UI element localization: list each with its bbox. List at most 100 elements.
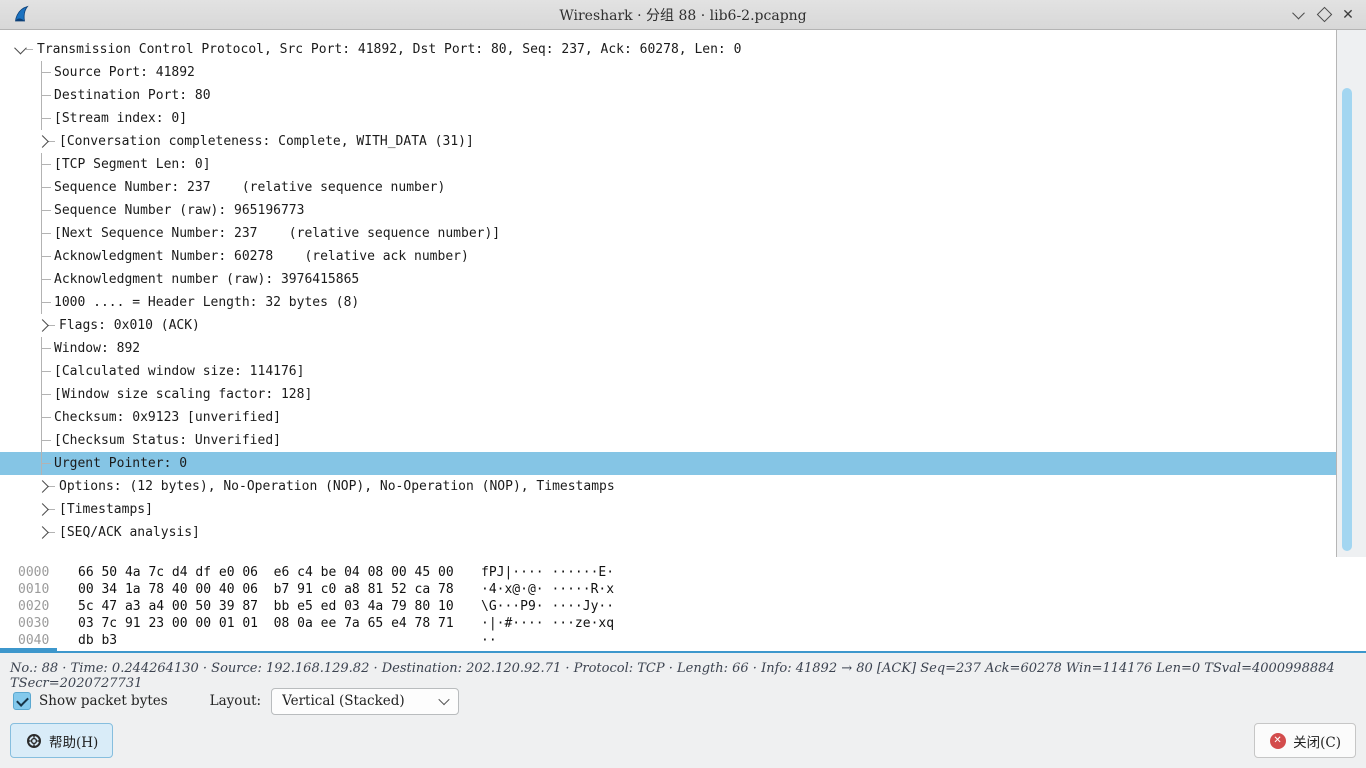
tree-guide: [41, 61, 54, 84]
hex-row[interactable]: 0000 66 50 4a 7c d4 df e0 06 e6 c4 be 04…: [0, 564, 1366, 581]
tree-row-label: Transmission Control Protocol, Src Port:…: [37, 42, 741, 57]
packet-detail-dialog: Wireshark · 分组 88 · lib6-2.pcapng ✕ Tran…: [0, 0, 1366, 768]
layout-dropdown[interactable]: Vertical (Stacked): [271, 688, 459, 715]
tree-row[interactable]: [Window size scaling factor: 128]: [0, 383, 1336, 406]
expander-icon[interactable]: [36, 498, 48, 521]
tree-row[interactable]: Window: 892: [0, 337, 1336, 360]
hex-ascii[interactable]: \G···P9· ····Jy··: [473, 598, 614, 615]
expander-icon[interactable]: [36, 314, 48, 337]
tree-row-label: [Checksum Status: Unverified]: [54, 433, 281, 448]
tree-row[interactable]: [Next Sequence Number: 237 (relative seq…: [0, 222, 1336, 245]
hex-row[interactable]: 0010 00 34 1a 78 40 00 40 06 b7 91 c0 a8…: [0, 581, 1366, 598]
tree-row-label: Acknowledgment number (raw): 3976415865: [54, 272, 359, 287]
expander-icon[interactable]: [36, 521, 48, 544]
hex-bytes[interactable]: 03 7c 91 23 00 00 01 01 08 0a ee 7a 65 e…: [64, 615, 473, 632]
tree-row-label: [Calculated window size: 114176]: [54, 364, 304, 379]
tree-row[interactable]: Transmission Control Protocol, Src Port:…: [0, 38, 1336, 61]
expander-icon[interactable]: [36, 475, 48, 498]
help-button[interactable]: 帮助(H): [10, 723, 113, 758]
tree-guide: [41, 107, 54, 130]
tree-scrollbar-track[interactable]: [1338, 30, 1366, 557]
tree-guide: [41, 153, 54, 176]
hex-ascii[interactable]: ·4·x@·@· ·····R·x: [473, 581, 614, 598]
hex-offset: 0020: [0, 598, 64, 615]
tree-row-label: [TCP Segment Len: 0]: [54, 157, 211, 172]
tree-guide: [41, 176, 54, 199]
close-button[interactable]: ✕ 关闭(C): [1254, 723, 1356, 758]
show-packet-bytes-checkbox[interactable]: [13, 692, 31, 710]
expander-icon[interactable]: [14, 38, 26, 61]
tree-row[interactable]: [Calculated window size: 114176]: [0, 360, 1336, 383]
hex-bytes[interactable]: db b3: [64, 632, 473, 649]
layout-dropdown-value: Vertical (Stacked): [282, 693, 405, 709]
tree-row[interactable]: Sequence Number: 237 (relative sequence …: [0, 176, 1336, 199]
tree-row[interactable]: [Timestamps]: [0, 498, 1336, 521]
hex-offset: 0040: [0, 632, 64, 649]
bytes-pane-divider: [0, 651, 1366, 653]
tree-row-label: [Stream index: 0]: [54, 111, 187, 126]
hex-row[interactable]: 0030 03 7c 91 23 00 00 01 01 08 0a ee 7a…: [0, 615, 1366, 632]
hex-row[interactable]: 0040 db b3 ··: [0, 632, 1366, 649]
tree-guide: [41, 268, 54, 291]
show-packet-bytes-label: Show packet bytes: [39, 693, 168, 709]
tree-guide: [41, 383, 54, 406]
packet-bytes-pane: 0000 66 50 4a 7c d4 df e0 06 e6 c4 be 04…: [0, 557, 1366, 651]
hex-ascii[interactable]: fPJ|···· ······E·: [473, 564, 614, 581]
tree-row-label: 1000 .... = Header Length: 32 bytes (8): [54, 295, 359, 310]
hex-ascii[interactable]: ··: [473, 632, 497, 649]
tree-row[interactable]: [SEQ/ACK analysis]: [0, 521, 1336, 544]
tree-row[interactable]: Acknowledgment number (raw): 3976415865: [0, 268, 1336, 291]
tree-guide: [41, 84, 54, 107]
hex-bytes[interactable]: 00 34 1a 78 40 00 40 06 b7 91 c0 a8 81 5…: [64, 581, 473, 598]
tree-row[interactable]: Options: (12 bytes), No-Operation (NOP),…: [0, 475, 1336, 498]
tree-row[interactable]: Checksum: 0x9123 [unverified]: [0, 406, 1336, 429]
tree-row[interactable]: [Checksum Status: Unverified]: [0, 429, 1336, 452]
maximize-button[interactable]: [1312, 0, 1336, 29]
expander-icon[interactable]: [36, 130, 48, 153]
title-bar: Wireshark · 分组 88 · lib6-2.pcapng ✕: [0, 0, 1366, 30]
minimize-icon: [1292, 7, 1305, 20]
tree-row[interactable]: 1000 .... = Header Length: 32 bytes (8): [0, 291, 1336, 314]
hex-offset: 0000: [0, 564, 64, 581]
tree-row-label: Urgent Pointer: 0: [54, 456, 187, 471]
window-close-button[interactable]: ✕: [1336, 0, 1360, 29]
tree-row-label: Sequence Number: 237 (relative sequence …: [54, 180, 445, 195]
tree-row[interactable]: [Stream index: 0]: [0, 107, 1336, 130]
help-button-label: 帮助(H): [49, 731, 98, 751]
tree-row-label: [Timestamps]: [59, 502, 153, 517]
minimize-button[interactable]: [1286, 0, 1310, 29]
tree-row-label: Source Port: 41892: [54, 65, 195, 80]
tree-row-label: [Window size scaling factor: 128]: [54, 387, 312, 402]
tree-row[interactable]: [Conversation completeness: Complete, WI…: [0, 130, 1336, 153]
hex-bytes[interactable]: 66 50 4a 7c d4 df e0 06 e6 c4 be 04 08 0…: [64, 564, 473, 581]
window-title: Wireshark · 分组 88 · lib6-2.pcapng: [0, 5, 1366, 25]
tree-guide: [41, 360, 54, 383]
tree-row[interactable]: [TCP Segment Len: 0]: [0, 153, 1336, 176]
tree-row-label: Destination Port: 80: [54, 88, 211, 103]
packet-detail-tree: Transmission Control Protocol, Src Port:…: [0, 30, 1337, 557]
tree-guide: [41, 245, 54, 268]
hex-offset: 0030: [0, 615, 64, 632]
tree-guide: [41, 337, 54, 360]
tree-guide: [41, 291, 54, 314]
dialog-controls-row: Show packet bytes Layout: Vertical (Stac…: [0, 684, 1366, 718]
hex-row[interactable]: 0020 5c 47 a3 a4 00 50 39 87 bb e5 ed 03…: [0, 598, 1366, 615]
hex-offset: 0010: [0, 581, 64, 598]
chevron-down-icon: [438, 694, 449, 705]
tree-row[interactable]: Sequence Number (raw): 965196773: [0, 199, 1336, 222]
tree-row[interactable]: Source Port: 41892: [0, 61, 1336, 84]
close-icon: ✕: [1342, 8, 1354, 22]
tree-row[interactable]: Acknowledgment Number: 60278 (relative a…: [0, 245, 1336, 268]
tree-scrollbar-thumb[interactable]: [1342, 88, 1352, 551]
tree-guide: [41, 406, 54, 429]
tree-row[interactable]: Flags: 0x010 (ACK): [0, 314, 1336, 337]
tree-row-label: [SEQ/ACK analysis]: [59, 525, 200, 540]
tree-guide: [41, 222, 54, 245]
tree-row[interactable]: Destination Port: 80: [0, 84, 1336, 107]
bytes-pane-tab-indicator: [0, 648, 57, 653]
checkmark-icon: [16, 694, 29, 707]
hex-ascii[interactable]: ·|·#···· ···ze·xq: [473, 615, 614, 632]
tree-row-label: [Next Sequence Number: 237 (relative seq…: [54, 226, 500, 241]
tree-row[interactable]: Urgent Pointer: 0: [0, 452, 1336, 475]
hex-bytes[interactable]: 5c 47 a3 a4 00 50 39 87 bb e5 ed 03 4a 7…: [64, 598, 473, 615]
